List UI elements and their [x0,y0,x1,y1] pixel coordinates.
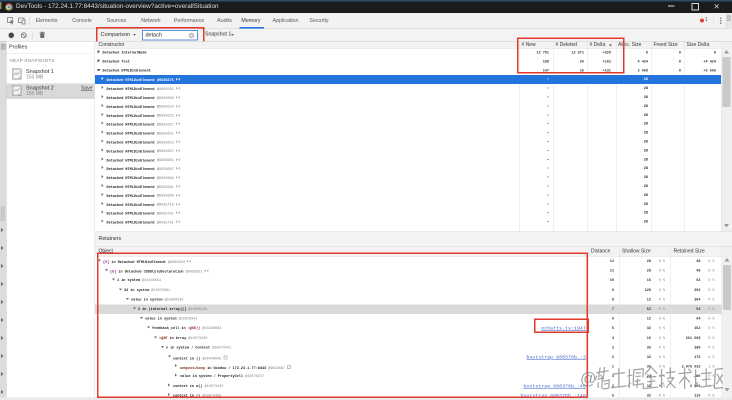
svg-text:@: @ [580,370,597,388]
